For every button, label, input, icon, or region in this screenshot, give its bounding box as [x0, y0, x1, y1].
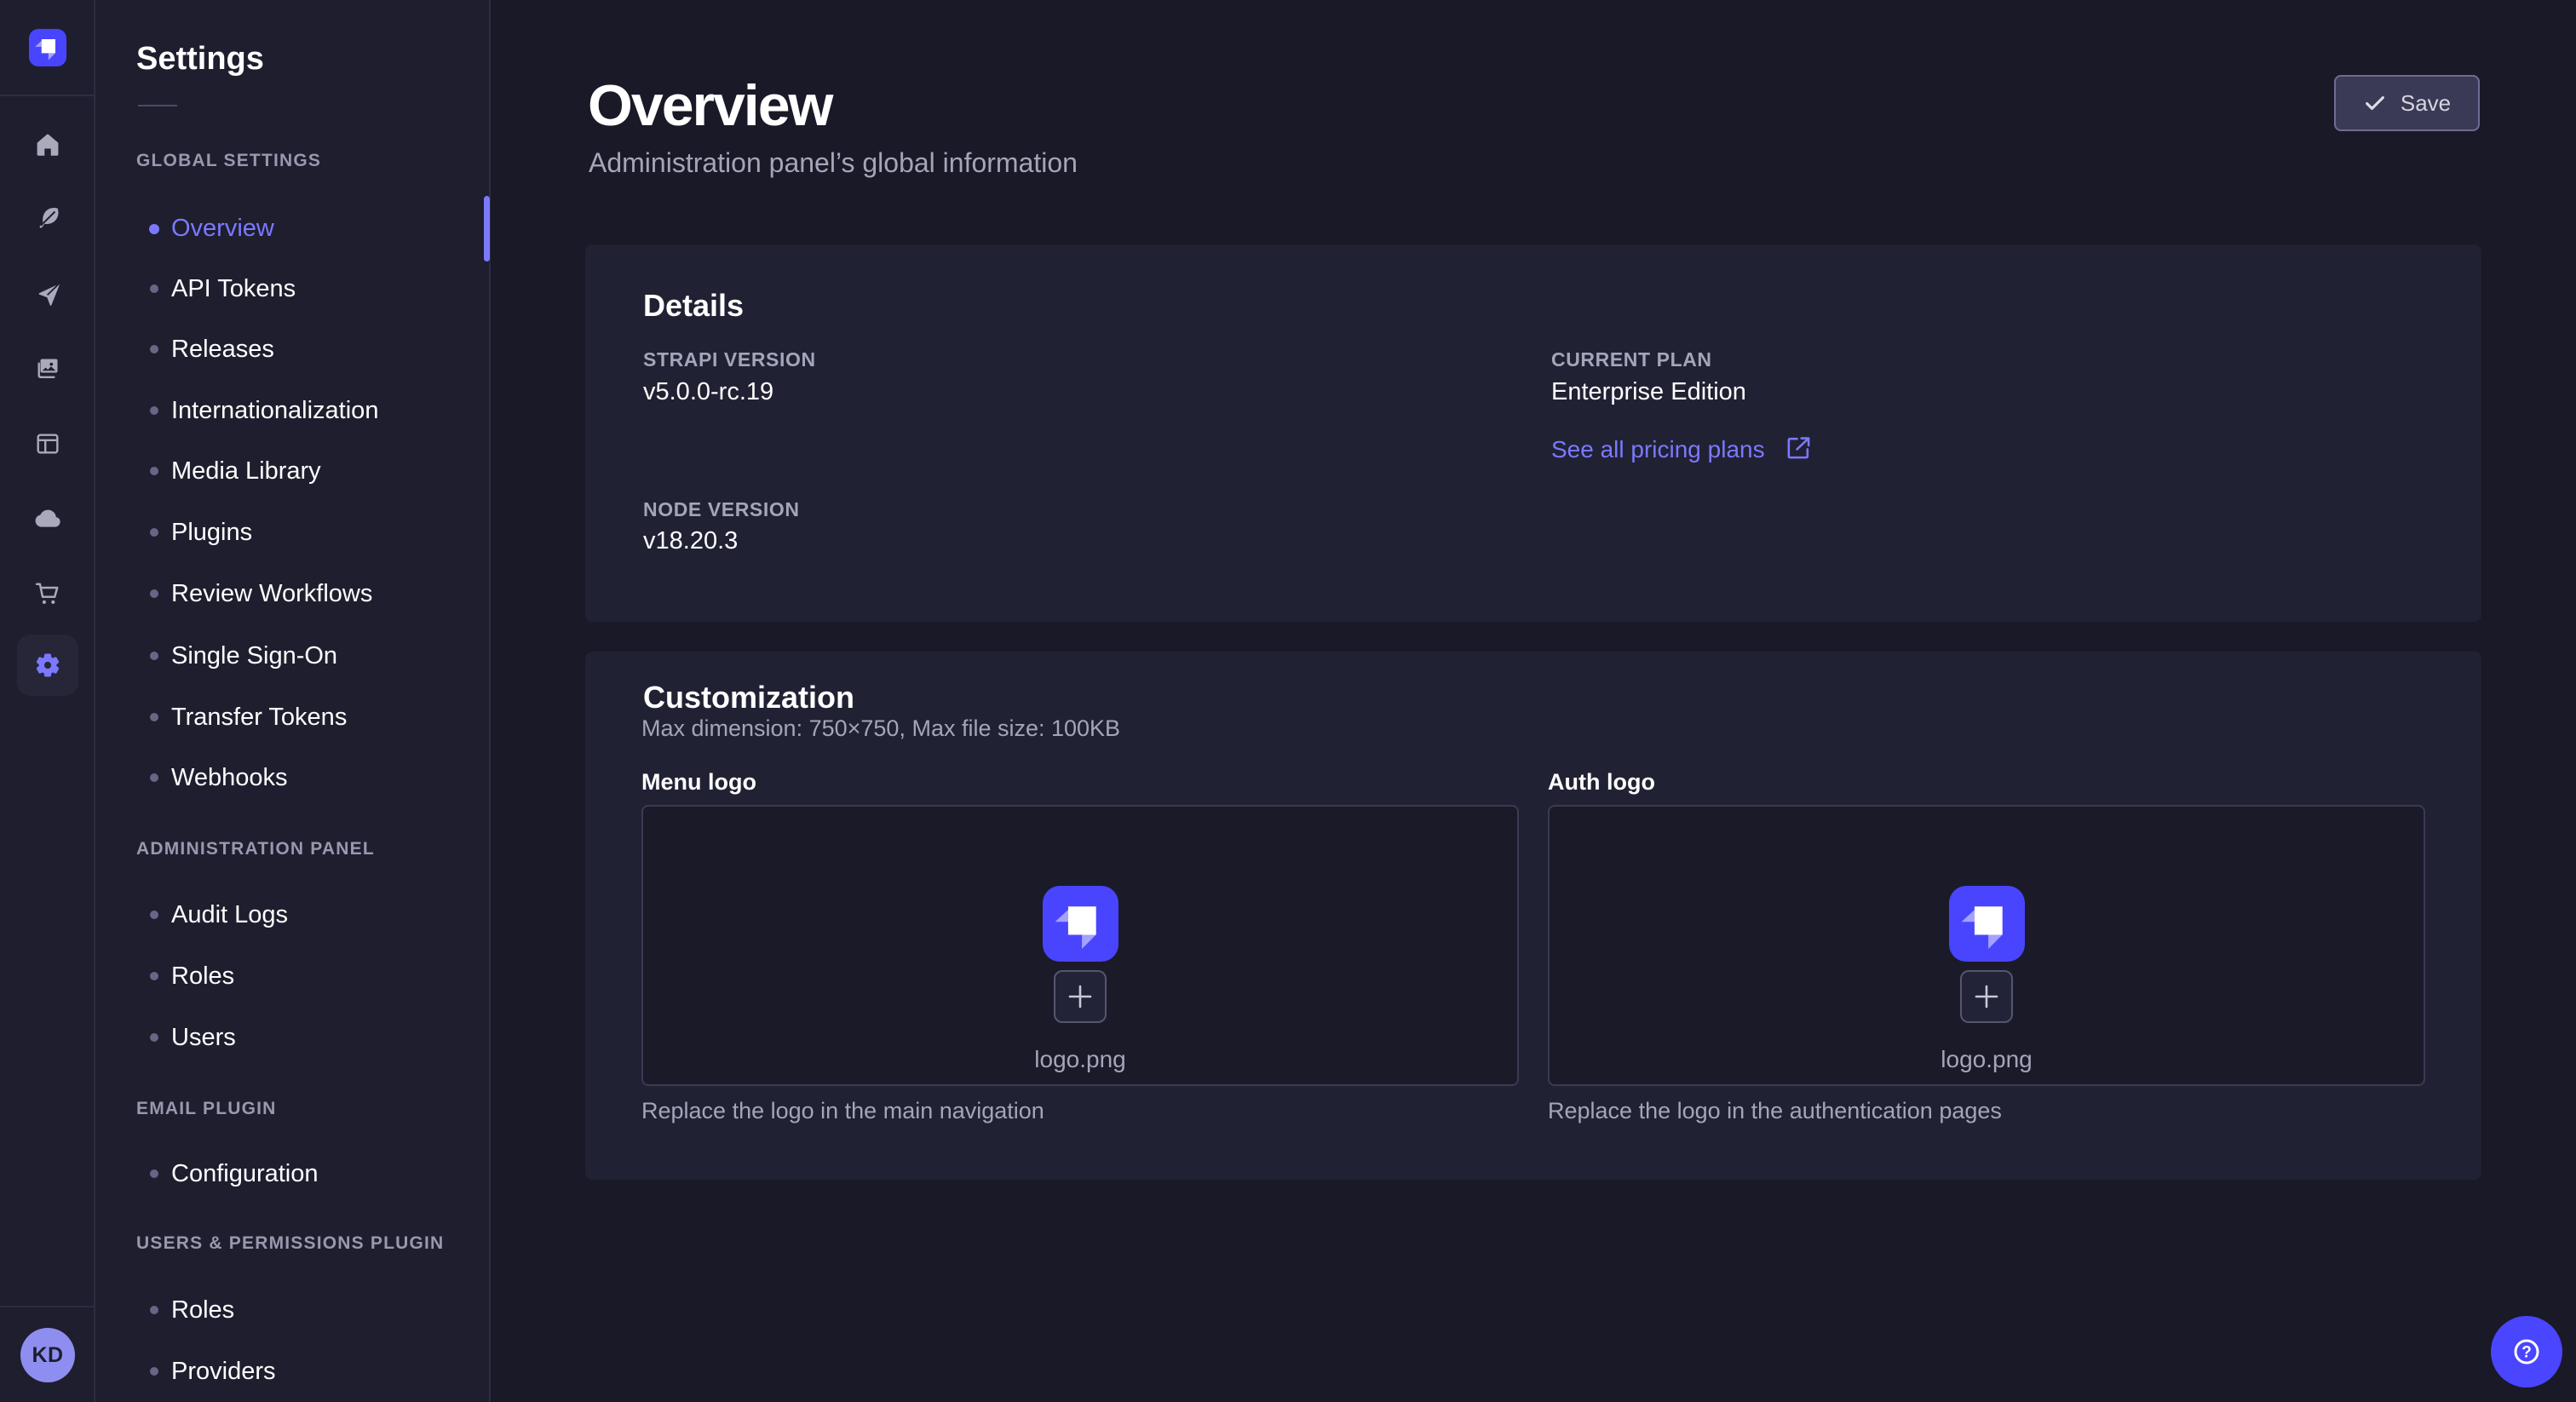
svg-text:?: ? — [2521, 1344, 2532, 1362]
